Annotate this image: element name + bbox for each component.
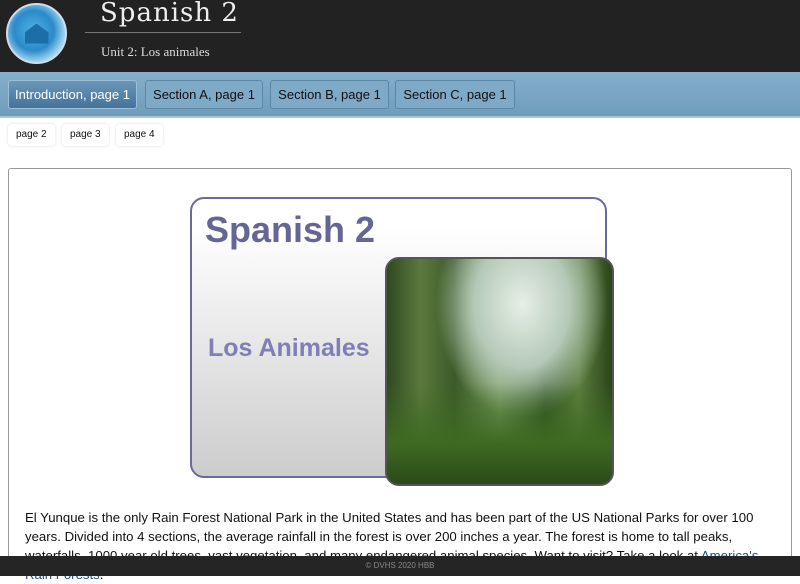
subtab-page-2[interactable]: page 2 [8, 124, 55, 146]
subtab-page-4[interactable]: page 4 [116, 124, 163, 146]
subtab-page-3[interactable]: page 3 [62, 124, 109, 146]
house-icon [24, 23, 49, 44]
school-logo [6, 3, 67, 64]
banner-title: Spanish 2 [205, 209, 376, 250]
section-nav: Introduction, page 1 Section A, page 1 S… [0, 72, 800, 118]
tab-section-a[interactable]: Section A, page 1 [145, 80, 263, 109]
divider [85, 32, 241, 33]
header: Spanish 2 Unit 2: Los animales [0, 0, 800, 72]
tab-introduction[interactable]: Introduction, page 1 [8, 80, 137, 109]
footer: © DVHS 2020 HBB [0, 556, 800, 576]
tab-section-c[interactable]: Section C, page 1 [395, 80, 515, 109]
unit-subtitle: Unit 2: Los animales [101, 44, 210, 59]
banner-subtitle: Los Animales [208, 334, 370, 362]
rainforest-photo [385, 257, 614, 486]
tab-section-b[interactable]: Section B, page 1 [270, 80, 389, 109]
course-title: Spanish 2 [100, 0, 239, 28]
